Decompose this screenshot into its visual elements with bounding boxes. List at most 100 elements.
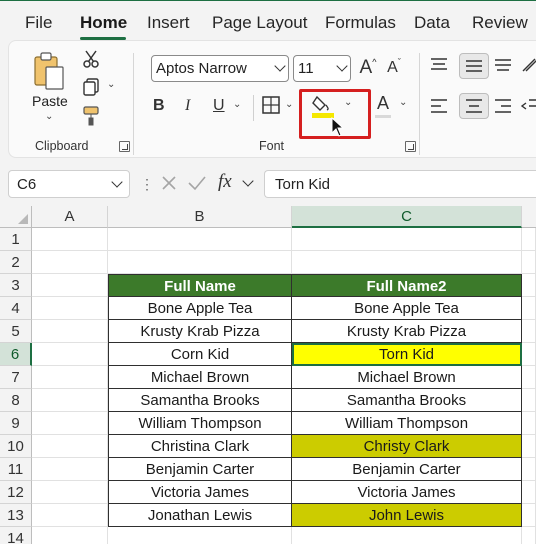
enter-formula-icon[interactable]: [187, 174, 207, 192]
cell-b5[interactable]: Krusty Krab Pizza: [108, 320, 292, 343]
cell-b12[interactable]: Victoria James: [108, 481, 292, 504]
row-header-3[interactable]: 3: [0, 274, 32, 297]
row-header-6[interactable]: 6: [0, 343, 32, 366]
fill-color-bucket-icon[interactable]: [311, 93, 335, 119]
underline-dropdown-icon[interactable]: ⌄: [233, 99, 241, 110]
cell-a3[interactable]: [32, 274, 108, 297]
column-header-a[interactable]: A: [32, 206, 108, 228]
font-name-dropdown[interactable]: Aptos Narrow: [151, 55, 289, 82]
copy-icon[interactable]: [81, 77, 101, 97]
cell-c2[interactable]: [292, 251, 522, 274]
tab-review[interactable]: Review: [472, 13, 528, 33]
cell-b3[interactable]: Full Name: [108, 274, 292, 297]
cell-c3[interactable]: Full Name2: [292, 274, 522, 297]
borders-icon[interactable]: [261, 95, 281, 115]
align-bottom-icon[interactable]: [493, 57, 513, 73]
font-color-dropdown-icon[interactable]: ⌄: [399, 97, 407, 108]
cancel-formula-icon[interactable]: [160, 174, 178, 192]
cell-b8[interactable]: Samantha Brooks: [108, 389, 292, 412]
chevron-down-icon[interactable]: [242, 175, 254, 187]
bold-button[interactable]: B: [153, 97, 165, 115]
align-top-icon[interactable]: [429, 57, 449, 73]
row-header-9[interactable]: 9: [0, 412, 32, 435]
cell-b9[interactable]: William Thompson: [108, 412, 292, 435]
borders-dropdown-icon[interactable]: ⌄: [285, 99, 293, 110]
italic-button[interactable]: I: [185, 97, 190, 115]
cell-a10[interactable]: [32, 435, 108, 458]
row-header-7[interactable]: 7: [0, 366, 32, 389]
row-header-8[interactable]: 8: [0, 389, 32, 412]
cell-a9[interactable]: [32, 412, 108, 435]
cell-b13[interactable]: Jonathan Lewis: [108, 504, 292, 527]
paste-dropdown-icon[interactable]: ⌄: [45, 111, 53, 122]
cell-b14[interactable]: [108, 527, 292, 544]
cell-a6[interactable]: [32, 343, 108, 366]
insert-function-button[interactable]: fx: [218, 171, 232, 193]
cell-b4[interactable]: Bone Apple Tea: [108, 297, 292, 320]
tab-file[interactable]: File: [25, 13, 52, 33]
tab-data[interactable]: Data: [414, 13, 450, 33]
decrease-indent-icon[interactable]: [521, 97, 536, 115]
column-header-c[interactable]: C: [292, 206, 522, 228]
row-header-2[interactable]: 2: [0, 251, 32, 274]
tab-insert[interactable]: Insert: [147, 13, 190, 33]
cell-c6[interactable]: Torn Kid: [292, 343, 522, 366]
cell-c11[interactable]: Benjamin Carter: [292, 458, 522, 481]
font-color-icon[interactable]: A: [377, 93, 389, 114]
cell-d11[interactable]: [522, 458, 536, 481]
row-header-13[interactable]: 13: [0, 504, 32, 527]
row-header-10[interactable]: 10: [0, 435, 32, 458]
cell-d7[interactable]: [522, 366, 536, 389]
row-header-11[interactable]: 11: [0, 458, 32, 481]
underline-button[interactable]: U: [213, 97, 225, 115]
tab-formulas[interactable]: Formulas: [325, 13, 396, 33]
row-header-4[interactable]: 4: [0, 297, 32, 320]
cell-d6[interactable]: [522, 343, 536, 366]
cell-d9[interactable]: [522, 412, 536, 435]
increase-font-size-icon[interactable]: A ^: [357, 55, 379, 81]
cell-a8[interactable]: [32, 389, 108, 412]
row-header-1[interactable]: 1: [0, 228, 32, 251]
cell-c8[interactable]: Samantha Brooks: [292, 389, 522, 412]
formula-input[interactable]: Torn Kid: [264, 170, 536, 198]
tab-home[interactable]: Home: [80, 13, 127, 33]
clipboard-dialog-launcher-icon[interactable]: [119, 141, 130, 152]
cell-d1[interactable]: [522, 228, 536, 251]
cell-a2[interactable]: [32, 251, 108, 274]
cut-icon[interactable]: [81, 49, 101, 69]
cell-c5[interactable]: Krusty Krab Pizza: [292, 320, 522, 343]
cell-c4[interactable]: Bone Apple Tea: [292, 297, 522, 320]
font-size-dropdown[interactable]: 11: [293, 55, 351, 82]
cell-c1[interactable]: [292, 228, 522, 251]
cell-b10[interactable]: Christina Clark: [108, 435, 292, 458]
cell-a13[interactable]: [32, 504, 108, 527]
row-header-5[interactable]: 5: [0, 320, 32, 343]
cell-d14[interactable]: [522, 527, 536, 544]
column-header-b[interactable]: B: [108, 206, 292, 228]
decrease-font-size-icon[interactable]: Aˇ: [383, 55, 405, 81]
cell-c12[interactable]: Victoria James: [292, 481, 522, 504]
cell-d10[interactable]: [522, 435, 536, 458]
format-painter-icon[interactable]: [81, 105, 103, 127]
cell-b2[interactable]: [108, 251, 292, 274]
align-middle-icon[interactable]: [459, 53, 489, 79]
row-header-12[interactable]: 12: [0, 481, 32, 504]
copy-dropdown-icon[interactable]: ⌄: [107, 79, 115, 90]
cell-a14[interactable]: [32, 527, 108, 544]
cell-d2[interactable]: [522, 251, 536, 274]
paste-button[interactable]: Paste: [32, 93, 68, 109]
cell-a4[interactable]: [32, 297, 108, 320]
cell-d8[interactable]: [522, 389, 536, 412]
cell-a1[interactable]: [32, 228, 108, 251]
cell-a11[interactable]: [32, 458, 108, 481]
align-right-icon[interactable]: [493, 97, 513, 115]
cell-a7[interactable]: [32, 366, 108, 389]
more-options-icon[interactable]: ⋮: [140, 176, 154, 193]
cell-c10[interactable]: Christy Clark: [292, 435, 522, 458]
cell-b1[interactable]: [108, 228, 292, 251]
cell-d5[interactable]: [522, 320, 536, 343]
align-left-icon[interactable]: [429, 97, 449, 115]
cell-c7[interactable]: Michael Brown: [292, 366, 522, 389]
align-center-icon[interactable]: [459, 93, 489, 119]
spreadsheet-grid[interactable]: A B C 1 2 3 Full Name Full Name2 4 Bone Apple Tea…: [0, 206, 536, 544]
